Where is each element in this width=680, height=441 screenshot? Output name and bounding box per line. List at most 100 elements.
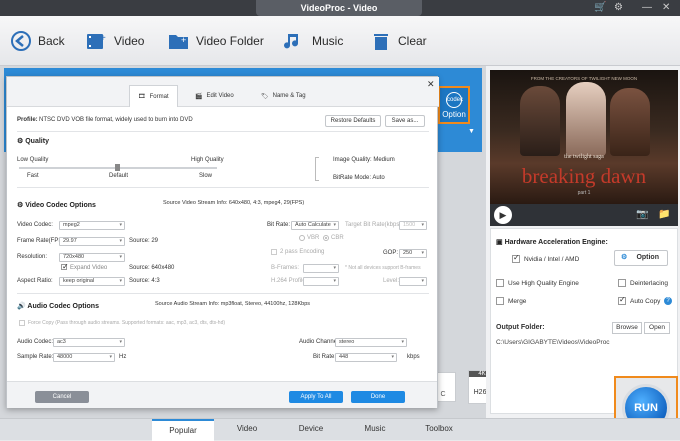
help-icon[interactable]: ? [664,297,672,305]
music-add-icon [284,30,306,52]
tab-edit-video[interactable]: 🎬 Edit Video [187,85,242,107]
quality-bracket [315,157,319,181]
deinterlacing-label: Deinterlacing [630,280,668,287]
tab-toolbox[interactable]: Toolbox [408,419,470,441]
tab-name-tag[interactable]: 🏷 Name & Tag [253,85,314,107]
video-codec-label: Video Codec: [17,222,53,228]
close-icon[interactable]: ✕ [662,2,670,13]
trash-icon [370,30,392,52]
merge-label: Merge [508,298,527,305]
high-quality-label: Use High Quality Engine [508,280,579,287]
target-bitrate-label: Target Bit Rate(kbps): [345,222,404,228]
svg-text:+: + [100,33,106,44]
tab-edit-video-label: Edit Video [206,93,234,99]
video-codec-select[interactable]: mpeg2 [59,221,125,230]
open-button[interactable]: Open [644,322,670,334]
vbr-radio[interactable] [299,235,305,241]
tab-device[interactable]: Device [280,419,342,441]
save-as-button[interactable]: Save as... [385,115,425,127]
force-copy-checkbox[interactable] [19,320,25,326]
audio-bitrate-select[interactable]: 448 [335,353,397,362]
hw-title: ▣ Hardware Acceleration Engine: [496,238,608,246]
resolution-label: Resolution: [17,254,48,260]
video-codec-title: Video Codec Options [25,202,96,209]
quality-slider-thumb[interactable] [115,164,120,171]
folder-add-icon: + [168,30,190,52]
image-quality-label: Image Quality: Medium [333,157,395,163]
poster-brand: the twilight saga [564,154,604,160]
sample-rate-select[interactable]: 48000 [53,353,115,362]
cart-icon[interactable]: 🛒 [594,2,606,13]
two-pass-checkbox[interactable] [271,249,277,255]
audio-channel-select[interactable]: stereo [335,338,407,347]
bitrate-mode-label: BitRate Mode: Auto [333,175,385,181]
level-select[interactable] [399,277,427,286]
cancel-button[interactable]: Cancel [35,391,89,403]
resolution-source: Source: 640x480 [129,265,175,271]
video-bitrate-select[interactable]: Auto Calculate [291,221,339,230]
expand-arrow-icon[interactable]: ▼ [468,128,475,135]
resolution-select[interactable]: 720x480 [59,253,125,262]
tab-popular[interactable]: Popular [152,419,214,441]
two-pass-label: 2 pass Encoding [280,249,325,255]
apply-to-all-button[interactable]: Apply To All [289,391,343,403]
bframes-select[interactable] [303,264,339,273]
default-label: Default [109,173,129,179]
profile-value: NTSC DVD VOB file format, widely used to… [39,117,193,123]
back-arrow-icon [10,30,32,52]
vbr-label: VBR [307,235,320,241]
poster-figure [610,88,650,156]
divider [17,187,429,188]
fast-label: Fast [27,173,39,179]
h264-profile-select[interactable] [303,277,339,286]
expand-video-checkbox[interactable] [61,262,69,271]
deinterlacing-checkbox[interactable] [618,279,626,287]
audio-codec-section-title: 🔊 Audio Codec Options [17,302,99,310]
hw-option-button[interactable]: ⚙ Option [614,250,668,266]
clear-button[interactable]: Clear [370,16,427,66]
gop-input[interactable]: 250 [399,249,427,258]
low-quality-label: Low Quality [17,157,49,163]
play-icon[interactable]: ▶ [494,206,512,224]
option-label: Option [442,110,466,119]
aspect-ratio-source: Source: 4:3 [129,278,160,284]
poster-figure [520,86,560,156]
poster-figure [566,82,606,156]
aspect-ratio-select[interactable]: keep original [59,277,125,286]
cbr-label: CBR [331,235,344,241]
dialog-close-icon[interactable]: ✕ [427,79,435,90]
tab-video[interactable]: Video [216,419,278,441]
add-video-button[interactable]: + Video [86,16,144,66]
merge-checkbox[interactable] [496,297,504,305]
framerate-select[interactable]: 29.97 [59,237,125,246]
poster-pretitle: FROM THE CREATORS OF TWILIGHT NEW MOON [530,76,638,81]
cbr-radio[interactable] [323,235,329,241]
audio-channel-label: Audio Channel: [299,339,341,345]
high-quality-checkbox[interactable] [496,279,504,287]
done-button[interactable]: Done [351,391,405,403]
framerate-source: Source: 29 [129,238,159,244]
chip-icon: ▣ [496,239,505,246]
quality-section-title: ⚙ Quality [17,137,49,145]
back-button[interactable]: Back [10,16,65,66]
tab-format[interactable]: 🎞 Format [129,85,178,107]
add-music-button[interactable]: Music [284,16,343,66]
gear-icon[interactable]: ⚙ [614,2,623,13]
format-settings-dialog: 🎞 Format 🎬 Edit Video 🏷 Name & Tag ✕ Profil… [6,76,439,408]
audio-codec-select[interactable]: ac3 [53,338,125,347]
auto-copy-checkbox[interactable] [618,295,626,305]
slow-label: Slow [199,173,213,179]
dialog-tabbar: 🎞 Format 🎬 Edit Video 🏷 Name & Tag ✕ [7,77,439,107]
target-bitrate-input[interactable]: 1500 [399,221,427,230]
divider [17,131,429,132]
codec-option-button[interactable]: codec Option [438,86,470,124]
nvidia-checkbox[interactable] [512,253,520,263]
camera-icon[interactable]: 📷 [636,209,648,220]
folder-icon[interactable]: 📁 [658,209,670,220]
bottom-tabbar: Popular Video Device Music Toolbox [0,418,680,441]
browse-button[interactable]: Browse [612,322,642,334]
add-video-folder-button[interactable]: + Video Folder [168,16,264,66]
minimize-icon[interactable]: — [642,2,652,13]
tab-music[interactable]: Music [344,419,406,441]
restore-defaults-button[interactable]: Restore Defaults [325,115,381,127]
